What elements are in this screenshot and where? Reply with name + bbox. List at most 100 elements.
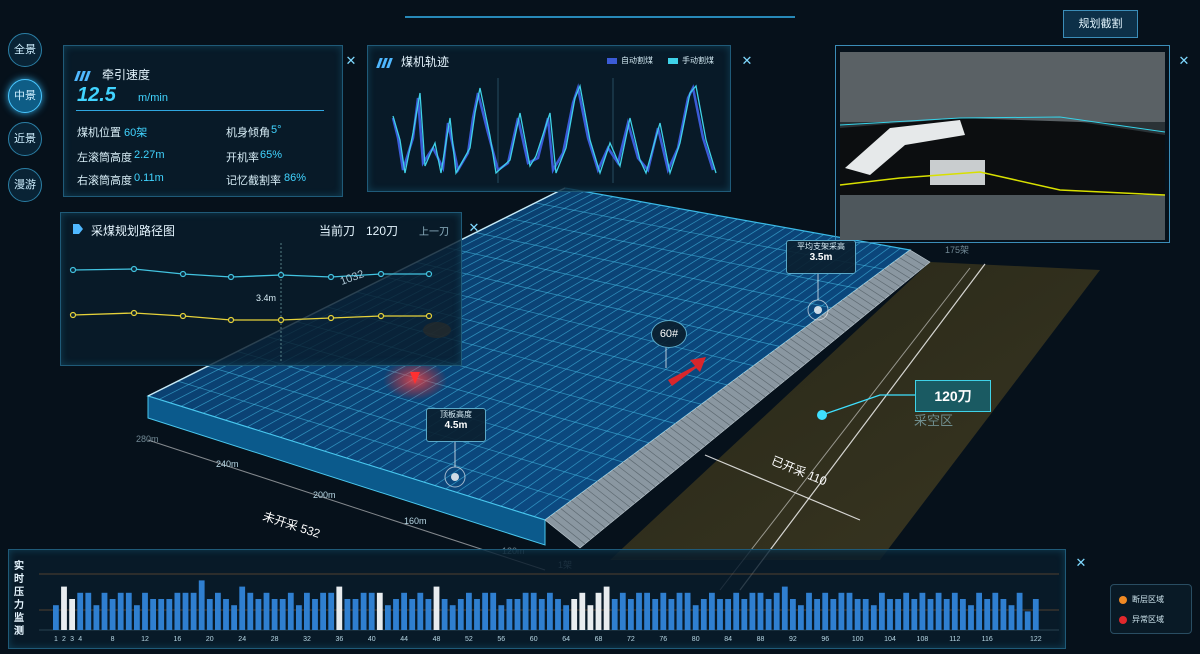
pressure-tick-label: 88 bbox=[757, 636, 765, 643]
camera-panel-close-icon[interactable]: ✕ bbox=[1177, 55, 1191, 69]
field-value-shearer-position: 60架 bbox=[124, 127, 148, 139]
pressure-tick-label: 92 bbox=[789, 636, 797, 643]
distance-160: 160m bbox=[404, 516, 427, 526]
pressure-bar bbox=[85, 592, 92, 630]
nav-close-view-button[interactable]: 近景 bbox=[8, 122, 42, 156]
pressure-tick-label: 20 bbox=[206, 636, 214, 643]
pressure-tick-label: 40 bbox=[368, 636, 376, 643]
pressure-bar bbox=[911, 599, 918, 630]
pressure-bar bbox=[279, 599, 286, 630]
pressure-bar bbox=[530, 592, 537, 630]
pressure-bar bbox=[514, 599, 521, 630]
legend-auto-swatch bbox=[607, 58, 617, 64]
pressure-bar bbox=[563, 605, 569, 630]
pressure-bar bbox=[773, 592, 780, 630]
nav-panorama-button[interactable]: 全景 bbox=[8, 33, 42, 67]
track-panel-close-icon[interactable]: ✕ bbox=[740, 55, 754, 69]
pressure-bar bbox=[360, 592, 367, 630]
pressure-bar bbox=[976, 592, 982, 630]
speed-value: 12.5 bbox=[77, 84, 116, 106]
pressure-bar bbox=[449, 605, 456, 630]
area-legend: 断层区域 异常区域 bbox=[1110, 584, 1192, 634]
pressure-bar bbox=[312, 599, 318, 630]
pressure-bar bbox=[555, 599, 561, 630]
path-panel: 采煤规划路径图 当前刀 120刀 上一刀 3.4m bbox=[60, 212, 462, 366]
fault-dot-icon bbox=[1119, 595, 1127, 604]
pressure-tick-label: 72 bbox=[627, 636, 635, 643]
pressure-bar bbox=[223, 599, 229, 630]
stripes-icon bbox=[376, 55, 398, 68]
legend-fault-row: 断层区域 bbox=[1119, 594, 1164, 605]
pressure-tick-label: 8 bbox=[111, 636, 115, 643]
pressure-bar bbox=[547, 592, 553, 630]
pressure-tick-label: 28 bbox=[271, 636, 279, 643]
pressure-tick-label: 60 bbox=[530, 636, 538, 643]
distance-240: 240m bbox=[216, 459, 239, 469]
pressure-panel-close-icon[interactable]: ✕ bbox=[1074, 557, 1088, 571]
pressure-bar bbox=[870, 605, 877, 630]
pressure-bar bbox=[117, 592, 124, 630]
pressure-bar bbox=[368, 592, 375, 630]
speed-unit: m/min bbox=[138, 92, 168, 104]
pressure-bar bbox=[142, 592, 148, 630]
pressure-tick-label: 100 bbox=[852, 636, 864, 643]
pressure-bar bbox=[765, 599, 772, 630]
cut-count-tag: 120刀 bbox=[915, 380, 991, 412]
speed-panel-close-icon[interactable]: ✕ bbox=[344, 55, 358, 69]
field-value-left-drum: 2.27m bbox=[134, 149, 165, 161]
pressure-bar bbox=[498, 605, 505, 630]
pressure-bar bbox=[490, 592, 497, 630]
pressure-bar bbox=[611, 599, 618, 630]
field-label-body-angle: 机身倾角 bbox=[226, 127, 270, 139]
pressure-bar bbox=[1000, 599, 1007, 630]
pressure-bar bbox=[352, 599, 359, 630]
pressure-tick-label: 24 bbox=[238, 636, 246, 643]
pressure-bar bbox=[887, 599, 893, 630]
pressure-tick-label: 44 bbox=[400, 636, 408, 643]
path-current-label: 当前刀 bbox=[319, 224, 356, 238]
distance-200: 200m bbox=[313, 490, 336, 500]
speed-underline bbox=[76, 110, 324, 111]
pressure-bar bbox=[538, 599, 545, 630]
pressure-bar bbox=[749, 592, 756, 630]
field-value-body-angle: 5° bbox=[271, 124, 282, 136]
pressure-bar bbox=[895, 599, 901, 630]
path-chart bbox=[69, 243, 433, 363]
pressure-bar bbox=[425, 599, 432, 630]
legend-manual-label: 手动割煤 bbox=[682, 56, 714, 65]
pressure-bar bbox=[77, 592, 84, 630]
track-title: 煤机轨迹 bbox=[401, 55, 450, 69]
support-height-title: 平均支架采高 bbox=[797, 242, 845, 251]
pressure-bar bbox=[790, 599, 796, 630]
pressure-bar bbox=[927, 599, 934, 630]
legend-fault-label: 断层区域 bbox=[1132, 595, 1164, 604]
pressure-bar bbox=[206, 599, 213, 630]
nav-mid-view-button[interactable]: 中景 bbox=[8, 79, 42, 113]
pressure-tick-label: 80 bbox=[692, 636, 700, 643]
pressure-bar bbox=[992, 592, 999, 630]
pressure-bar bbox=[1024, 611, 1031, 630]
plan-cut-button[interactable]: 规划截割 bbox=[1063, 10, 1138, 38]
support-height-tag: 平均支架采高 3.5m bbox=[786, 240, 856, 274]
pressure-bar bbox=[943, 599, 950, 630]
pressure-bar bbox=[676, 592, 683, 630]
track-series-auto bbox=[391, 83, 715, 174]
path-current-value: 120刀 bbox=[366, 224, 399, 238]
nav-roam-button[interactable]: 漫游 bbox=[8, 168, 42, 202]
pressure-bar bbox=[401, 592, 407, 630]
pressure-bar bbox=[409, 599, 416, 630]
stripes-icon bbox=[74, 68, 96, 81]
pressure-tick-label: 1 bbox=[54, 636, 58, 643]
pressure-bar bbox=[61, 586, 67, 630]
support-end-label: 175架 bbox=[945, 245, 970, 255]
pressure-bar bbox=[587, 605, 594, 630]
pressure-tick-label: 112 bbox=[949, 636, 960, 643]
pressure-tick-label: 116 bbox=[982, 636, 993, 643]
path-panel-close-icon[interactable]: ✕ bbox=[467, 222, 481, 236]
pressure-bar bbox=[628, 599, 634, 630]
pressure-bar bbox=[798, 605, 804, 630]
field-label-run-rate: 开机率 bbox=[226, 152, 259, 164]
path-prev-button[interactable]: 上一刀 bbox=[419, 223, 449, 238]
pressure-bar bbox=[700, 599, 707, 630]
pressure-tick-label: 52 bbox=[465, 636, 473, 643]
